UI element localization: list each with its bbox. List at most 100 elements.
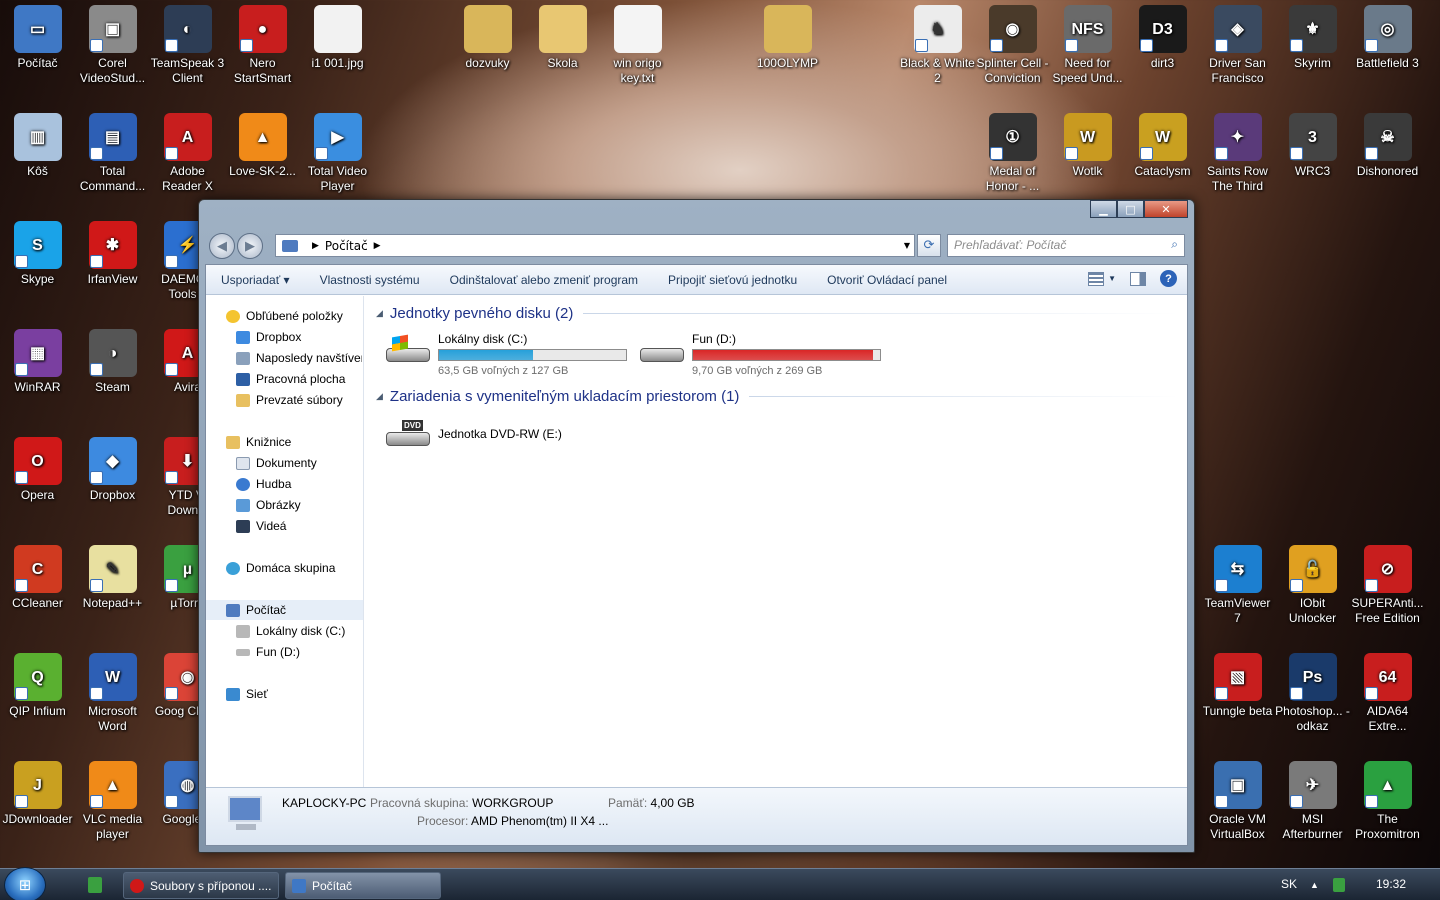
desktop-icon-opera[interactable]: O Opera (0, 432, 75, 503)
nav-libraries[interactable]: Knižnice (226, 432, 291, 452)
desktop-icon-notepadpp[interactable]: ✎ Notepad++ (75, 540, 150, 611)
desktop-icon-nero[interactable]: ● Nero StartSmart (225, 0, 300, 86)
map-network-drive-button[interactable]: Pripojiť sieťovú jednotku (653, 273, 812, 287)
pinned-app-icon[interactable] (88, 877, 102, 893)
desktop-icon-corel-video[interactable]: ▣ Corel VideoStud... (75, 0, 150, 86)
nav-music[interactable]: Hudba (236, 474, 291, 494)
desktop-icon-vlc[interactable]: ▲ VLC media player (75, 756, 150, 842)
address-dropdown-icon[interactable]: ▼ (904, 241, 910, 250)
nav-pictures[interactable]: Obrázky (236, 495, 301, 515)
desktop-icon-computer[interactable]: ▭ Počítač (0, 0, 75, 71)
desktop-icon-medal-of-honor[interactable]: ① Medal of Honor - ... (975, 108, 1050, 194)
nav-recent-places[interactable]: Naposledy navštívené (236, 348, 362, 368)
desktop-icon-splinter-cell[interactable]: ◉ Splinter Cell - Conviction (975, 0, 1050, 86)
preview-pane-icon[interactable] (1130, 271, 1146, 286)
search-icon[interactable]: ⌕ (1171, 237, 1178, 252)
desktop-icon-qip[interactable]: Q QIP Infium (0, 648, 75, 719)
desktop-icon-wotlk[interactable]: W Wotlk (1050, 108, 1125, 179)
desktop-icon-irfanview[interactable]: ✱ IrfanView (75, 216, 150, 287)
desktop-icon-virtualbox[interactable]: ▣ Oracle VM VirtualBox (1200, 756, 1275, 842)
collapse-triangle-icon[interactable]: ◢ (376, 308, 383, 319)
nav-videos[interactable]: Videá (236, 516, 286, 536)
nav-drive-c[interactable]: Lokálny disk (C:) (236, 621, 345, 641)
language-indicator[interactable]: SK (1281, 877, 1297, 891)
desktop-icon-dropbox[interactable]: ◆ Dropbox (75, 432, 150, 503)
drive-d-item[interactable]: Fun (D:) 9,70 GB voľných z 269 GB (638, 332, 881, 377)
breadcrumb-computer[interactable]: Počítač (325, 239, 368, 253)
view-dropdown-icon[interactable]: ▼ (1108, 274, 1116, 283)
back-button[interactable]: ◀ (209, 233, 235, 259)
desktop-icon-iobit-unlocker[interactable]: 🔓 IObit Unlocker (1275, 540, 1350, 626)
desktop-icon-adobe-reader[interactable]: A Adobe Reader X (150, 108, 225, 194)
collapse-triangle-icon[interactable]: ◢ (376, 391, 383, 402)
open-control-panel-button[interactable]: Otvoriť Ovládací panel (812, 273, 962, 287)
desktop-icon-saints-row[interactable]: ✦ Saints Row The Third (1200, 108, 1275, 194)
drive-c-item[interactable]: Lokálny disk (C:) 63,5 GB voľných z 127 … (384, 332, 627, 377)
group-header-removable[interactable]: ◢ Zariadenia s vymeniteľným ukladacím pr… (376, 388, 1179, 405)
desktop-icon-battlefield[interactable]: ◎ Battlefield 3 (1350, 0, 1425, 71)
breadcrumb-chevron-icon[interactable]: ▶ (312, 241, 319, 251)
desktop-icon-word[interactable]: W Microsoft Word (75, 648, 150, 734)
desktop-icon-teamviewer[interactable]: ⇆ TeamViewer 7 (1200, 540, 1275, 626)
help-icon[interactable]: ? (1160, 270, 1177, 287)
start-button[interactable]: ⊞ (4, 867, 46, 900)
desktop-icon-ccleaner[interactable]: C CCleaner (0, 540, 75, 611)
nav-favorites[interactable]: Obľúbené položky (226, 306, 343, 326)
desktop-icon-winrar[interactable]: ▦ WinRAR (0, 324, 75, 395)
group-header-hard-disks[interactable]: ◢ Jednotky pevného disku (2) (376, 305, 1179, 322)
nav-dropbox[interactable]: Dropbox (236, 327, 301, 347)
desktop-icon-cataclysm[interactable]: W Cataclysm (1125, 108, 1200, 179)
desktop-icon-folder[interactable]: Skola (525, 0, 600, 71)
nav-drive-d[interactable]: Fun (D:) (236, 642, 300, 662)
tray-expand-icon[interactable]: ▲ (1310, 880, 1319, 890)
breadcrumb-chevron-icon[interactable]: ▶ (374, 241, 381, 251)
desktop-icon-msi-afterburner[interactable]: ✈ MSI Afterburner (1275, 756, 1350, 842)
desktop-icon-teamspeak[interactable]: ◐ TeamSpeak 3 Client (150, 0, 225, 86)
desktop-icon-folder[interactable]: 100OLYMP (750, 0, 825, 71)
desktop-icon-dirt3[interactable]: D3 dirt3 (1125, 0, 1200, 71)
desktop-icon-total-commander[interactable]: ▤ Total Command... (75, 108, 150, 194)
desktop-icon-recycle-bin[interactable]: ▥ Kôš (0, 108, 75, 179)
system-properties-button[interactable]: Vlastnosti systému (305, 273, 435, 287)
address-bar[interactable]: ▶ Počítač ▶ ▼ (275, 234, 915, 257)
uninstall-program-button[interactable]: Odinštalovať alebo zmeniť program (435, 273, 653, 287)
maximize-button[interactable]: □ (1117, 200, 1144, 218)
desktop-icon-steam[interactable]: ◑ Steam (75, 324, 150, 395)
organize-button[interactable]: Usporiadať ▾ (206, 273, 305, 287)
desktop-icon-photoshop[interactable]: Ps Photoshop... - odkaz (1275, 648, 1350, 734)
close-button[interactable]: ✕ (1144, 200, 1188, 218)
desktop-icon-dishonored[interactable]: ☠ Dishonored (1350, 108, 1425, 179)
network-tray-icon[interactable] (1333, 878, 1345, 892)
desktop-icon-jdownloader[interactable]: J JDownloader (0, 756, 75, 827)
clock[interactable]: 19:32 (1376, 877, 1406, 891)
minimize-button[interactable]: ▁ (1090, 200, 1117, 218)
desktop-icon-text-file[interactable]: win origo key.txt (600, 0, 675, 86)
taskbar-button-opera[interactable]: Soubory s příponou .... (123, 872, 279, 899)
desktop-icon-tunngle[interactable]: ▧ Tunngle beta (1200, 648, 1275, 719)
change-view-icon[interactable] (1088, 271, 1105, 286)
nav-downloads[interactable]: Prevzaté súbory (236, 390, 343, 410)
desktop-icon-image-file[interactable]: i1 001.jpg (300, 0, 375, 71)
desktop-icon-wrc3[interactable]: 3 WRC3 (1275, 108, 1350, 179)
nav-documents[interactable]: Dokumenty (236, 453, 317, 473)
desktop-icon-vlc-file[interactable]: ▲ Love-SK-2... (225, 108, 300, 179)
nav-network[interactable]: Sieť (226, 684, 268, 704)
search-input[interactable]: Prehľadávať: Počítač ⌕ (947, 234, 1185, 257)
dvd-drive-item[interactable]: DVD Jednotka DVD-RW (E:) (384, 416, 562, 452)
desktop-icon-skype[interactable]: S Skype (0, 216, 75, 287)
desktop-icon-skyrim[interactable]: ⚜ Skyrim (1275, 0, 1350, 71)
nav-homegroup[interactable]: Domáca skupina (226, 558, 335, 578)
taskbar-button-computer[interactable]: Počítač (285, 872, 441, 899)
desktop-icon-driver[interactable]: ◈ Driver San Francisco (1200, 0, 1275, 86)
refresh-button[interactable]: ⟳ (917, 234, 941, 257)
nav-computer[interactable]: Počítač (206, 600, 363, 620)
forward-button[interactable]: ▶ (237, 233, 263, 259)
desktop-icon-total-video[interactable]: ▶ Total Video Player (300, 108, 375, 194)
nav-desktop[interactable]: Pracovná plocha (236, 369, 345, 389)
desktop-icon-superantispyware[interactable]: ⊘ SUPERAnti... Free Edition (1350, 540, 1425, 626)
desktop-icon-nfs[interactable]: NFS Need for Speed Und... (1050, 0, 1125, 86)
desktop-icon-black-white[interactable]: ♞ Black & White 2 (900, 0, 975, 86)
desktop-icon-aida64[interactable]: 64 AIDA64 Extre... (1350, 648, 1425, 734)
desktop-icon-proxomitron[interactable]: ▲ The Proxomitron (1350, 756, 1425, 842)
desktop-icon-folder[interactable]: dozvuky (450, 0, 525, 71)
